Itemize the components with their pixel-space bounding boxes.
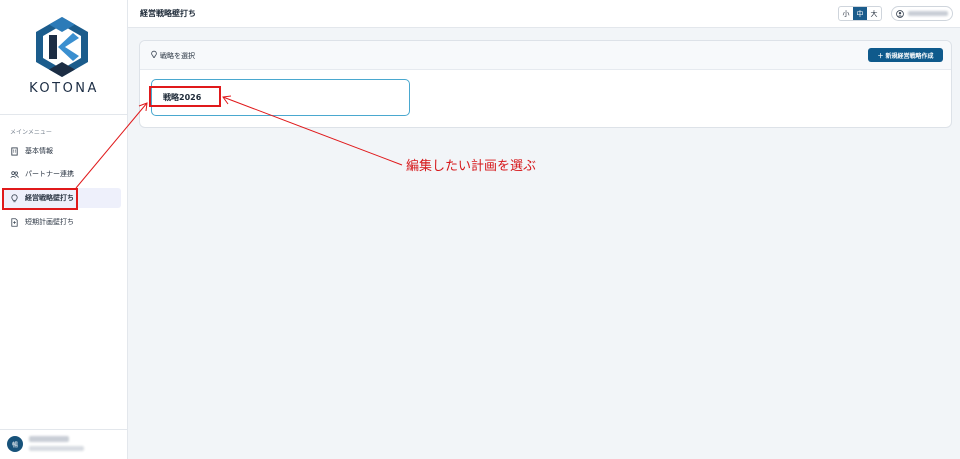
card-header: 戦略を選択 ＋ 新規経営戦略作成 xyxy=(140,41,951,70)
sidebar-item-short-plan[interactable]: 短期計画壁打ち xyxy=(4,212,121,232)
kotona-logo-icon xyxy=(36,17,88,77)
user-icon xyxy=(896,9,904,18)
strategy-select-card: 戦略を選択 ＋ 新規経営戦略作成 戦略2026 xyxy=(139,40,952,128)
sidebar-item-label: パートナー連携 xyxy=(25,170,74,178)
font-size-toggle: 小 中 大 xyxy=(838,6,882,21)
sidebar-divider xyxy=(0,114,128,115)
brand-name: KOTONA xyxy=(29,81,99,96)
sidebar-item-partner[interactable]: パートナー連携 xyxy=(4,164,121,184)
annotation-highlight-strategy xyxy=(149,86,221,107)
building-icon xyxy=(11,146,18,156)
top-bar: 経営戦略壁打ち 小 中 大 xyxy=(128,0,960,28)
user-menu-button[interactable] xyxy=(891,6,953,21)
users-icon xyxy=(10,170,19,178)
font-size-small-button[interactable]: 小 xyxy=(839,7,853,20)
menu-heading: メインメニュー xyxy=(10,129,52,136)
annotation-highlight-menu xyxy=(2,188,78,210)
document-icon xyxy=(11,217,18,227)
card-title: 戦略を選択 xyxy=(160,52,195,60)
user-name-redacted xyxy=(908,11,948,16)
font-size-medium-button[interactable]: 中 xyxy=(853,7,867,20)
sidebar-item-label: 基本情報 xyxy=(25,147,53,155)
page-title: 経営戦略壁打ち xyxy=(140,9,196,18)
font-size-large-button[interactable]: 大 xyxy=(867,7,881,20)
sidebar-footer-divider xyxy=(0,429,128,430)
avatar[interactable]: 暢 xyxy=(7,436,23,452)
sidebar-item-basic-info[interactable]: 基本情報 xyxy=(4,141,121,161)
sidebar-item-label: 短期計画壁打ち xyxy=(25,218,74,226)
new-strategy-button[interactable]: ＋ 新規経営戦略作成 xyxy=(868,48,943,62)
user-name-redacted xyxy=(29,436,69,442)
sidebar: KOTONA メインメニュー 基本情報 パートナー連携 経営戦略壁打ち 短期計画… xyxy=(0,0,128,459)
lightbulb-icon xyxy=(151,50,157,58)
user-email-redacted xyxy=(29,446,84,451)
annotation-text: 編集したい計画を選ぶ xyxy=(406,159,537,174)
